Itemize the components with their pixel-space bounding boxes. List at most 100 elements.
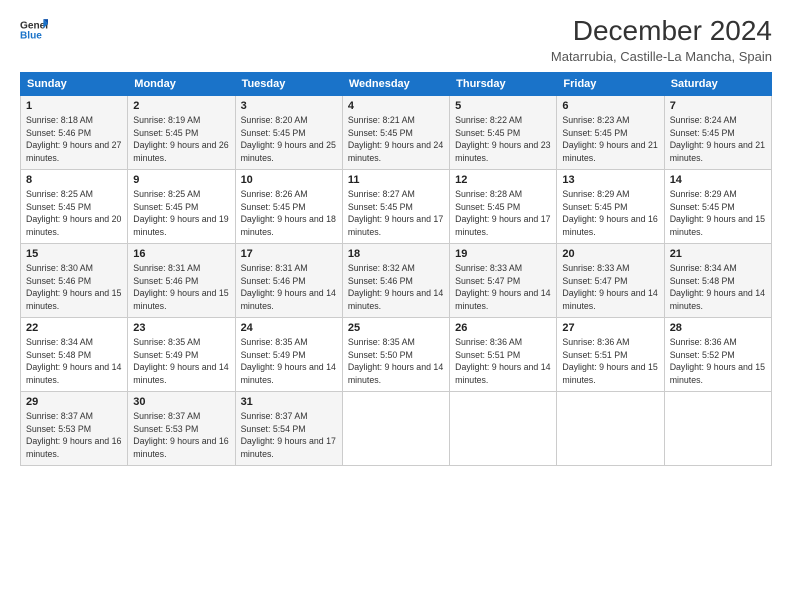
day-number: 18 <box>348 248 444 260</box>
day-info: Sunrise: 8:30 AMSunset: 5:46 PMDaylight:… <box>26 262 122 313</box>
day-info: Sunrise: 8:35 AMSunset: 5:50 PMDaylight:… <box>348 336 444 387</box>
day-number: 6 <box>562 100 658 112</box>
calendar-cell: 13 Sunrise: 8:29 AMSunset: 5:45 PMDayligh… <box>557 169 664 243</box>
calendar-cell: 1 Sunrise: 8:18 AMSunset: 5:46 PMDaylight… <box>21 95 128 169</box>
calendar-cell: 20 Sunrise: 8:33 AMSunset: 5:47 PMDayligh… <box>557 243 664 317</box>
calendar-cell: 17 Sunrise: 8:31 AMSunset: 5:46 PMDayligh… <box>235 243 342 317</box>
title-block: December 2024 Matarrubia, Castille-La Ma… <box>551 16 772 64</box>
day-number: 17 <box>241 248 337 260</box>
day-info: Sunrise: 8:25 AMSunset: 5:45 PMDaylight:… <box>133 188 229 239</box>
calendar-cell: 7 Sunrise: 8:24 AMSunset: 5:45 PMDaylight… <box>664 95 771 169</box>
day-info: Sunrise: 8:23 AMSunset: 5:45 PMDaylight:… <box>562 114 658 165</box>
calendar-week-1: 1 Sunrise: 8:18 AMSunset: 5:46 PMDaylight… <box>21 95 772 169</box>
calendar-cell: 15Sunrise: 8:30 AMSunset: 5:46 PMDayligh… <box>21 243 128 317</box>
day-number: 27 <box>562 322 658 334</box>
day-number: 29 <box>26 396 122 408</box>
day-number: 13 <box>562 174 658 186</box>
calendar-cell: 14Sunrise: 8:29 AMSunset: 5:45 PMDayligh… <box>664 169 771 243</box>
col-tuesday: Tuesday <box>235 72 342 95</box>
calendar-cell: 8 Sunrise: 8:25 AMSunset: 5:45 PMDaylight… <box>21 169 128 243</box>
day-number: 31 <box>241 396 337 408</box>
day-number: 3 <box>241 100 337 112</box>
day-info: Sunrise: 8:25 AMSunset: 5:45 PMDaylight:… <box>26 188 122 239</box>
day-info: Sunrise: 8:31 AMSunset: 5:46 PMDaylight:… <box>241 262 337 313</box>
calendar-cell: 25 Sunrise: 8:35 AMSunset: 5:50 PMDayligh… <box>342 317 449 391</box>
calendar-cell: 10 Sunrise: 8:26 AMSunset: 5:45 PMDayligh… <box>235 169 342 243</box>
day-info: Sunrise: 8:19 AMSunset: 5:45 PMDaylight:… <box>133 114 229 165</box>
day-info: Sunrise: 8:36 AMSunset: 5:52 PMDaylight:… <box>670 336 766 387</box>
col-monday: Monday <box>128 72 235 95</box>
day-info: Sunrise: 8:34 AMSunset: 5:48 PMDaylight:… <box>26 336 122 387</box>
logo: General Blue <box>20 16 48 44</box>
day-info: Sunrise: 8:37 AMSunset: 5:54 PMDaylight:… <box>241 410 337 461</box>
day-info: Sunrise: 8:32 AMSunset: 5:46 PMDaylight:… <box>348 262 444 313</box>
calendar-cell: 26 Sunrise: 8:36 AMSunset: 5:51 PMDayligh… <box>450 317 557 391</box>
col-wednesday: Wednesday <box>342 72 449 95</box>
calendar-cell: 23 Sunrise: 8:35 AMSunset: 5:49 PMDayligh… <box>128 317 235 391</box>
calendar-cell: 6 Sunrise: 8:23 AMSunset: 5:45 PMDaylight… <box>557 95 664 169</box>
day-number: 4 <box>348 100 444 112</box>
col-sunday: Sunday <box>21 72 128 95</box>
day-info: Sunrise: 8:26 AMSunset: 5:45 PMDaylight:… <box>241 188 337 239</box>
logo-icon: General Blue <box>20 16 48 44</box>
calendar-cell: 16 Sunrise: 8:31 AMSunset: 5:46 PMDayligh… <box>128 243 235 317</box>
calendar-cell: 27 Sunrise: 8:36 AMSunset: 5:51 PMDayligh… <box>557 317 664 391</box>
calendar-week-5: 29 Sunrise: 8:37 AMSunset: 5:53 PMDayligh… <box>21 391 772 465</box>
day-number: 2 <box>133 100 229 112</box>
calendar-cell: 21Sunrise: 8:34 AMSunset: 5:48 PMDayligh… <box>664 243 771 317</box>
calendar-table: Sunday Monday Tuesday Wednesday Thursday… <box>20 72 772 466</box>
day-info: Sunrise: 8:37 AMSunset: 5:53 PMDaylight:… <box>133 410 229 461</box>
day-number: 5 <box>455 100 551 112</box>
day-info: Sunrise: 8:29 AMSunset: 5:45 PMDaylight:… <box>562 188 658 239</box>
day-number: 25 <box>348 322 444 334</box>
day-number: 23 <box>133 322 229 334</box>
day-info: Sunrise: 8:18 AMSunset: 5:46 PMDaylight:… <box>26 114 122 165</box>
day-number: 20 <box>562 248 658 260</box>
day-info: Sunrise: 8:36 AMSunset: 5:51 PMDaylight:… <box>455 336 551 387</box>
day-info: Sunrise: 8:33 AMSunset: 5:47 PMDaylight:… <box>562 262 658 313</box>
calendar-cell: 22 Sunrise: 8:34 AMSunset: 5:48 PMDayligh… <box>21 317 128 391</box>
calendar-cell <box>450 391 557 465</box>
day-number: 12 <box>455 174 551 186</box>
day-number: 8 <box>26 174 122 186</box>
day-number: 11 <box>348 174 444 186</box>
day-number: 19 <box>455 248 551 260</box>
col-friday: Friday <box>557 72 664 95</box>
calendar-cell: 4Sunrise: 8:21 AMSunset: 5:45 PMDaylight… <box>342 95 449 169</box>
calendar-cell: 12 Sunrise: 8:28 AMSunset: 5:45 PMDayligh… <box>450 169 557 243</box>
day-number: 9 <box>133 174 229 186</box>
calendar-cell: 30 Sunrise: 8:37 AMSunset: 5:53 PMDayligh… <box>128 391 235 465</box>
calendar-cell <box>664 391 771 465</box>
day-number: 28 <box>670 322 766 334</box>
day-info: Sunrise: 8:28 AMSunset: 5:45 PMDaylight:… <box>455 188 551 239</box>
calendar-week-2: 8 Sunrise: 8:25 AMSunset: 5:45 PMDaylight… <box>21 169 772 243</box>
day-info: Sunrise: 8:33 AMSunset: 5:47 PMDaylight:… <box>455 262 551 313</box>
day-number: 26 <box>455 322 551 334</box>
calendar-cell: 29Sunrise: 8:37 AMSunset: 5:53 PMDayligh… <box>21 391 128 465</box>
day-info: Sunrise: 8:24 AMSunset: 5:45 PMDaylight:… <box>670 114 766 165</box>
day-number: 10 <box>241 174 337 186</box>
calendar-cell <box>557 391 664 465</box>
day-number: 7 <box>670 100 766 112</box>
day-info: Sunrise: 8:35 AMSunset: 5:49 PMDaylight:… <box>133 336 229 387</box>
calendar-week-4: 22 Sunrise: 8:34 AMSunset: 5:48 PMDayligh… <box>21 317 772 391</box>
day-number: 30 <box>133 396 229 408</box>
calendar-cell: 19 Sunrise: 8:33 AMSunset: 5:47 PMDayligh… <box>450 243 557 317</box>
day-number: 22 <box>26 322 122 334</box>
month-title: December 2024 <box>551 16 772 47</box>
day-info: Sunrise: 8:22 AMSunset: 5:45 PMDaylight:… <box>455 114 551 165</box>
calendar-cell: 31 Sunrise: 8:37 AMSunset: 5:54 PMDayligh… <box>235 391 342 465</box>
calendar-cell: 9 Sunrise: 8:25 AMSunset: 5:45 PMDaylight… <box>128 169 235 243</box>
calendar-cell: 11Sunrise: 8:27 AMSunset: 5:45 PMDayligh… <box>342 169 449 243</box>
day-number: 1 <box>26 100 122 112</box>
day-number: 21 <box>670 248 766 260</box>
day-number: 16 <box>133 248 229 260</box>
day-info: Sunrise: 8:31 AMSunset: 5:46 PMDaylight:… <box>133 262 229 313</box>
day-info: Sunrise: 8:36 AMSunset: 5:51 PMDaylight:… <box>562 336 658 387</box>
header: General Blue December 2024 Matarrubia, C… <box>20 16 772 64</box>
calendar-cell <box>342 391 449 465</box>
calendar-cell: 18 Sunrise: 8:32 AMSunset: 5:46 PMDayligh… <box>342 243 449 317</box>
svg-text:Blue: Blue <box>20 31 42 42</box>
header-row: Sunday Monday Tuesday Wednesday Thursday… <box>21 72 772 95</box>
day-number: 14 <box>670 174 766 186</box>
